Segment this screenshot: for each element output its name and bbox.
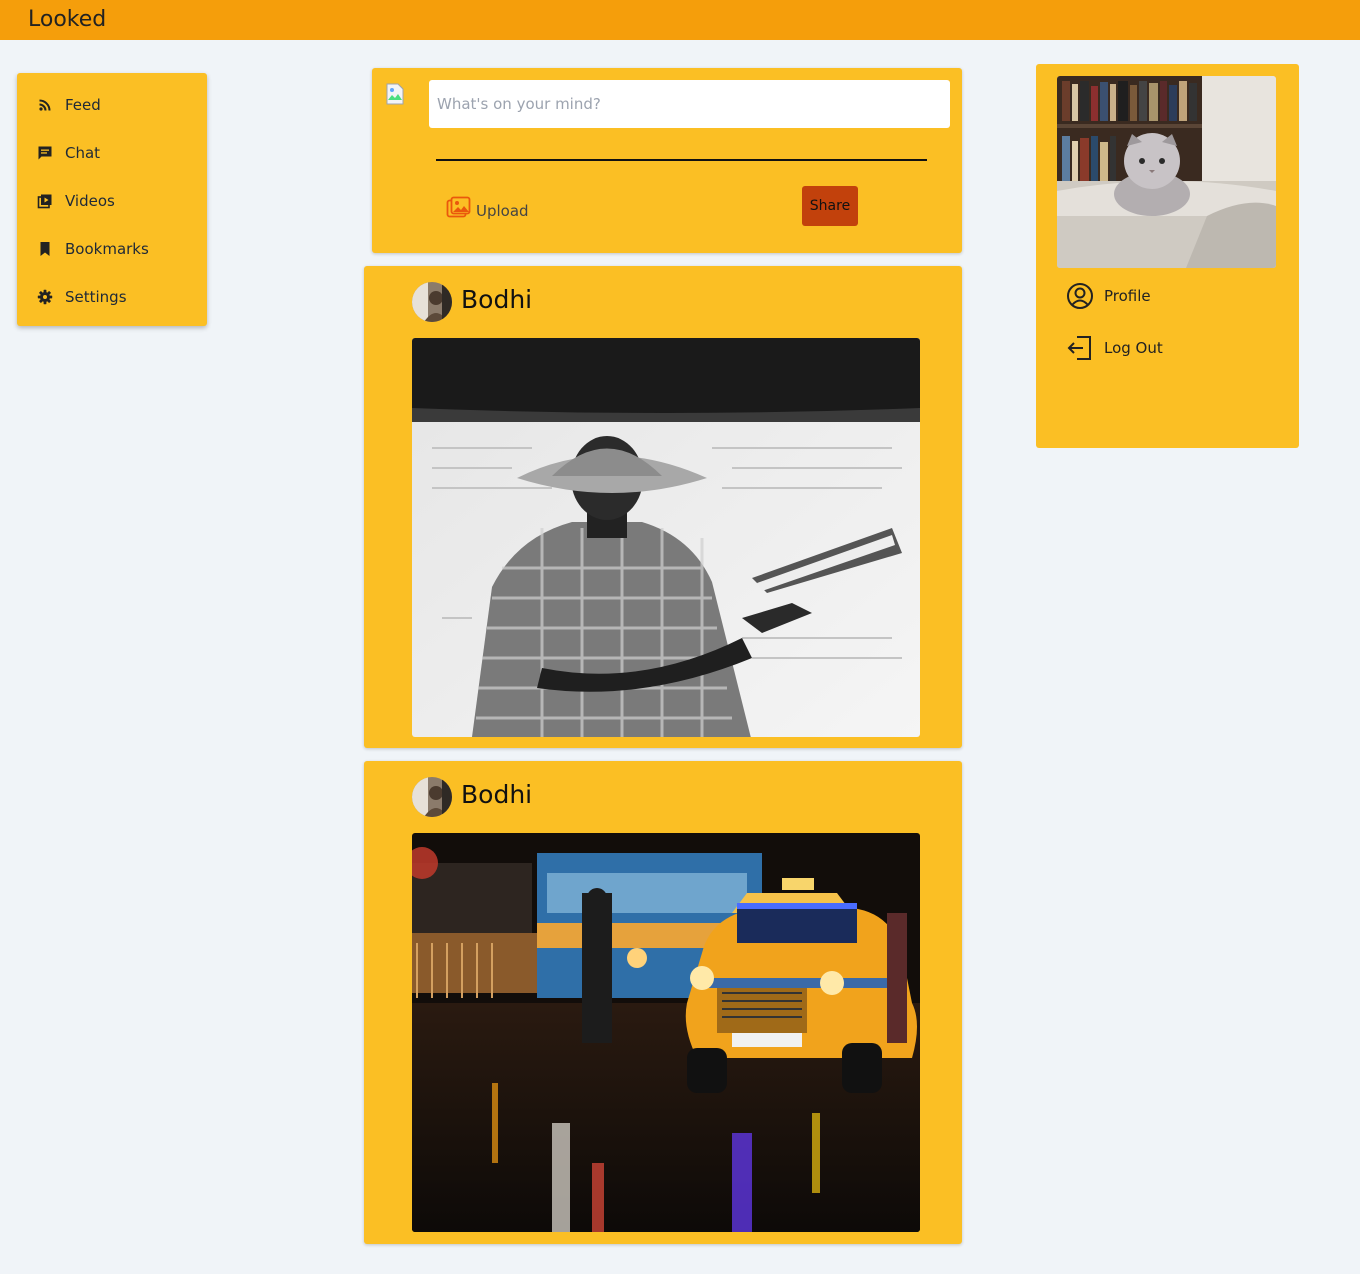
sidebar-item-settings[interactable]: Settings [37,285,127,309]
app-title[interactable]: Looked [28,7,106,32]
profile-card: Profile Log Out [1036,64,1299,448]
sidebar-item-feed[interactable]: Feed [37,93,101,117]
post-input[interactable] [429,80,950,128]
profile-link[interactable]: Profile [1066,282,1151,310]
post-composer: Upload Share [372,68,962,253]
avatar[interactable] [412,777,452,817]
post-card: Bodhi [364,761,962,1244]
logout-icon [1067,336,1091,360]
sidebar-item-label: Settings [65,288,127,306]
share-button[interactable]: Share [802,186,858,226]
sidebar-item-chat[interactable]: Chat [37,141,100,165]
user-circle-icon [1067,283,1093,309]
post-author[interactable]: Bodhi [461,285,532,314]
upload-button[interactable]: Upload [446,192,529,220]
post-card: Bodhi [364,266,962,748]
image-upload-icon [446,196,471,218]
upload-label: Upload [476,202,529,220]
sidebar-item-label: Videos [65,192,115,210]
sidebar-item-label: Chat [65,144,101,162]
sidebar-nav: Feed Chat Videos Bookmarks Settings [17,73,207,326]
sidebar-item-label: Bookmarks [65,240,149,258]
video-library-icon [37,194,52,209]
post-image[interactable] [412,833,920,1232]
top-bar: Looked [0,0,1360,40]
sidebar-item-label: Feed [65,96,101,114]
avatar[interactable] [412,282,452,322]
sidebar-item-bookmarks[interactable]: Bookmarks [37,237,149,261]
broken-image-icon [386,83,404,105]
chat-icon [38,146,52,160]
post-image[interactable] [412,338,920,737]
post-author[interactable]: Bodhi [461,780,532,809]
logout-link[interactable]: Log Out [1066,334,1163,362]
composer-divider [436,159,927,161]
logout-label: Log Out [1104,339,1163,357]
profile-label: Profile [1104,287,1151,305]
rss-icon [39,99,51,111]
sidebar-item-videos[interactable]: Videos [37,189,115,213]
bookmark-icon [40,242,50,256]
gear-icon [37,289,53,305]
profile-photo[interactable] [1057,76,1276,268]
